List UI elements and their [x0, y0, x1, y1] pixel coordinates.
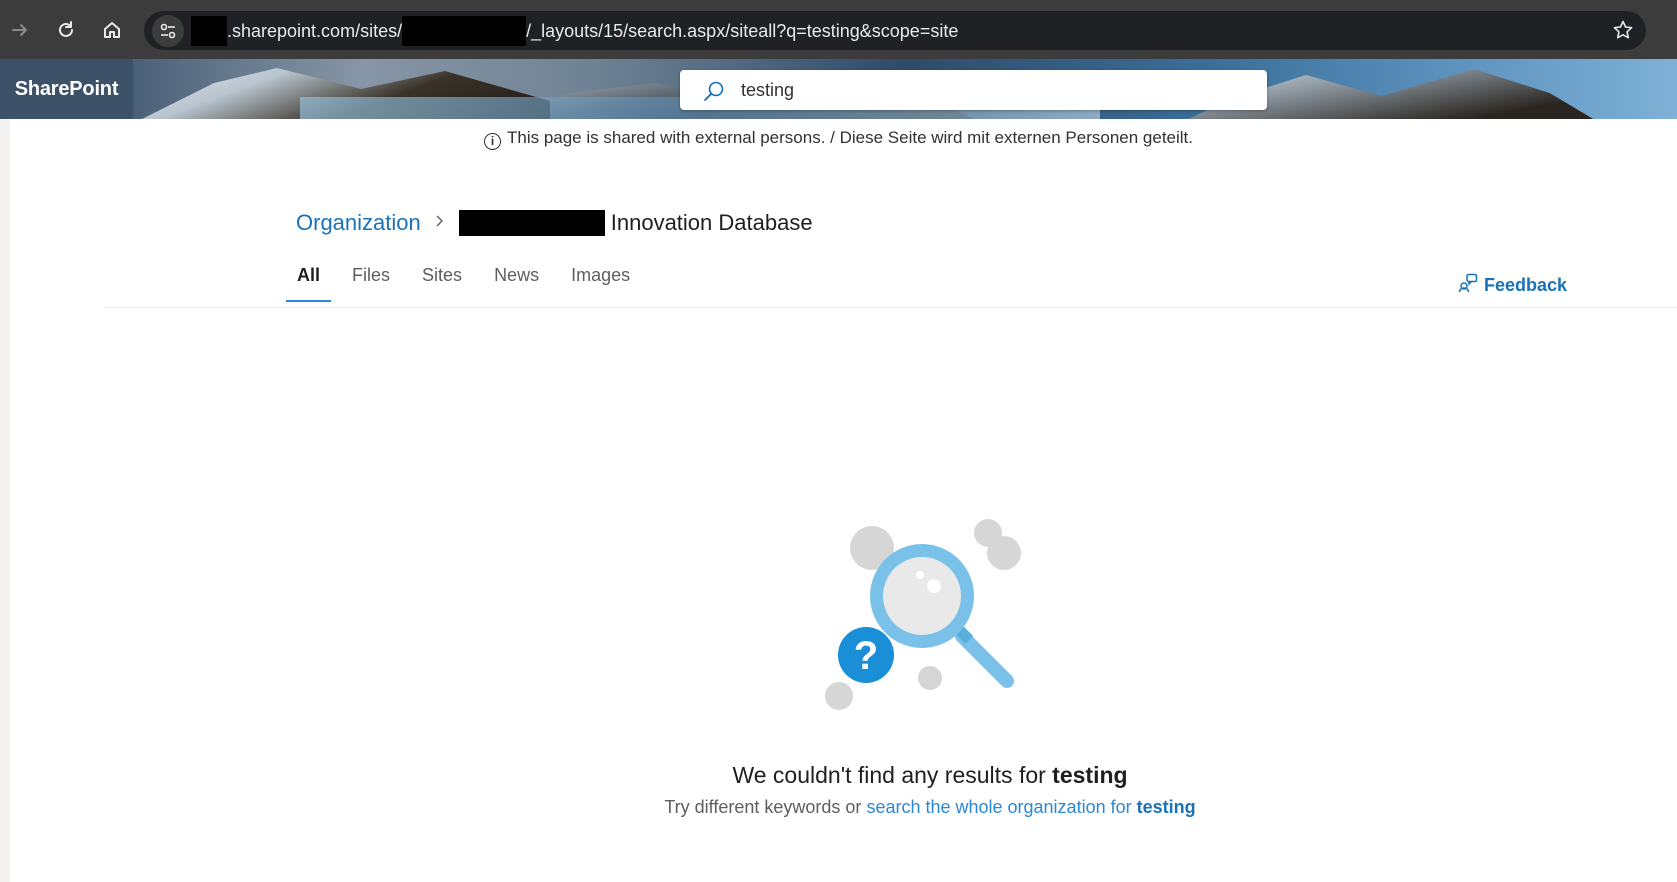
tab-news[interactable]: News: [483, 262, 550, 302]
info-icon: i: [483, 133, 501, 150]
tab-all[interactable]: All: [286, 262, 332, 302]
no-results-suggestion: Try different keywords or search the who…: [0, 797, 1677, 818]
search-input[interactable]: testing: [741, 70, 794, 110]
feedback-label: Feedback: [1484, 275, 1568, 295]
bookmark-star-icon[interactable]: [1612, 19, 1634, 46]
chevron-right-icon: [435, 214, 445, 233]
sharepoint-brand[interactable]: SharePoint: [0, 59, 133, 119]
breadcrumb: Organization Innovation Database: [296, 208, 813, 238]
no-results-illustration: ?: [820, 515, 1030, 715]
tab-images[interactable]: Images: [560, 262, 641, 302]
no-results-query: testing: [1052, 762, 1128, 788]
url-segment: /_layouts/15/search.aspx/siteall?q=testi…: [526, 20, 959, 41]
redacted-block: [191, 16, 227, 46]
search-organization-link[interactable]: search the whole organization for testin…: [866, 797, 1195, 817]
tabs-divider: [104, 307, 1677, 308]
address-bar[interactable]: .sharepoint.com/sites/ /_layouts/15/sear…: [144, 11, 1646, 50]
tab-sites[interactable]: Sites: [411, 262, 473, 302]
magnifier-handle: [955, 629, 1014, 688]
redacted-block: [402, 16, 527, 46]
search-box[interactable]: testing: [680, 70, 1267, 110]
feedback-icon: [1458, 273, 1478, 298]
brand-label: SharePoint: [14, 77, 119, 100]
home-icon[interactable]: [96, 14, 128, 46]
link-text: search the whole organization for: [866, 797, 1132, 817]
notice-text: This page is shared with external person…: [506, 128, 1193, 147]
forward-arrow-icon[interactable]: [4, 14, 36, 46]
bubble: [825, 682, 853, 710]
redacted-block: [458, 210, 605, 236]
breadcrumb-current-site: Innovation Database: [610, 210, 813, 235]
search-icon: [702, 79, 726, 108]
search-vertical-tabs: All Files Sites News Images: [286, 262, 651, 302]
reload-icon[interactable]: [50, 14, 82, 46]
link-query: testing: [1136, 797, 1196, 817]
svg-text:?: ?: [854, 634, 878, 678]
no-results-title: We couldn't find any results for testing: [0, 762, 1677, 789]
browser-toolbar: .sharepoint.com/sites/ /_layouts/15/sear…: [0, 0, 1677, 59]
bubble: [918, 666, 942, 690]
url-text: .sharepoint.com/sites/ /_layouts/15/sear…: [191, 16, 959, 46]
tab-files[interactable]: Files: [341, 262, 401, 302]
site-settings-icon[interactable]: [152, 15, 184, 47]
no-results-prefix: We couldn't find any results for: [732, 762, 1046, 788]
bubble: [987, 536, 1021, 570]
url-segment: .sharepoint.com/sites/: [227, 20, 403, 41]
suggestion-prefix: Try different keywords or: [664, 797, 862, 817]
feedback-button[interactable]: Feedback: [1458, 273, 1567, 298]
external-sharing-notice: i This page is shared with external perso…: [0, 128, 1677, 150]
breadcrumb-organization[interactable]: Organization: [296, 210, 421, 236]
